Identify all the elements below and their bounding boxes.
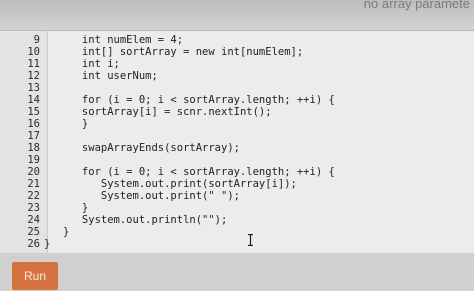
code-line[interactable]: 26} bbox=[0, 238, 474, 250]
code-line[interactable]: 25 } bbox=[0, 226, 474, 238]
code-text[interactable]: } bbox=[44, 226, 69, 238]
line-number: 12 bbox=[27, 70, 40, 82]
code-line[interactable]: 9 int numElem = 4; bbox=[0, 34, 474, 46]
code-text[interactable]: int[] sortArray = new int[numElem]; bbox=[44, 46, 303, 58]
code-text[interactable]: System.out.println(""); bbox=[44, 214, 227, 226]
code-text[interactable]: System.out.print(" "); bbox=[44, 190, 240, 202]
line-number: 26 bbox=[27, 238, 40, 250]
code-line[interactable]: 12 int userNum; bbox=[0, 70, 474, 82]
line-number: 18 bbox=[27, 142, 40, 154]
line-number: 13 bbox=[27, 82, 40, 94]
code-line[interactable]: 11 int i; bbox=[0, 58, 474, 70]
code-line[interactable]: 20 for (i = 0; i < sortArray.length; ++i… bbox=[0, 166, 474, 178]
line-number: 19 bbox=[27, 154, 40, 166]
line-number: 22 bbox=[27, 190, 40, 202]
instructions-hint: no array paramete bbox=[363, 0, 470, 11]
page: no array paramete 9 int numElem = 4; 10 … bbox=[0, 0, 474, 291]
code-text[interactable]: sortArray[i] = scnr.nextInt(); bbox=[44, 106, 272, 118]
code-line[interactable]: 23 } bbox=[0, 202, 474, 214]
code-line[interactable]: 21 System.out.print(sortArray[i]); bbox=[0, 178, 474, 190]
code-text[interactable]: swapArrayEnds(sortArray); bbox=[44, 142, 240, 154]
code-text[interactable]: int i; bbox=[44, 58, 120, 70]
code-line[interactable]: 22 System.out.print(" "); bbox=[0, 190, 474, 202]
line-number: 16 bbox=[27, 118, 40, 130]
code-text[interactable]: System.out.print(sortArray[i]); bbox=[44, 178, 297, 190]
code-line[interactable]: 13 bbox=[0, 82, 474, 94]
code-text[interactable]: } bbox=[44, 238, 50, 250]
code-editor[interactable]: 9 int numElem = 4; 10 int[] sortArray = … bbox=[0, 30, 474, 254]
code-line[interactable]: 19 bbox=[0, 154, 474, 166]
run-bar bbox=[0, 253, 474, 291]
code-line[interactable]: 10 int[] sortArray = new int[numElem]; bbox=[0, 46, 474, 58]
line-number: 10 bbox=[27, 46, 40, 58]
code-line[interactable]: 14 for (i = 0; i < sortArray.length; ++i… bbox=[0, 94, 474, 106]
code-text[interactable]: } bbox=[44, 118, 88, 130]
code-line[interactable]: 18 swapArrayEnds(sortArray); bbox=[0, 142, 474, 154]
line-number: 11 bbox=[27, 58, 40, 70]
line-number: 14 bbox=[27, 94, 40, 106]
line-number: 15 bbox=[27, 106, 40, 118]
run-button[interactable]: Run bbox=[12, 262, 58, 290]
line-number: 9 bbox=[33, 34, 40, 46]
line-number: 17 bbox=[27, 130, 40, 142]
line-number: 20 bbox=[27, 166, 40, 178]
line-number: 25 bbox=[27, 226, 40, 238]
code-text[interactable]: for (i = 0; i < sortArray.length; ++i) { bbox=[44, 166, 335, 178]
text-cursor-icon bbox=[248, 234, 253, 246]
code-text[interactable]: int numElem = 4; bbox=[44, 34, 183, 46]
code-line[interactable]: 24 System.out.println(""); bbox=[0, 214, 474, 226]
top-strip: no array paramete bbox=[0, 0, 474, 30]
code-line[interactable]: 16 } bbox=[0, 118, 474, 130]
code-line[interactable]: 15 sortArray[i] = scnr.nextInt(); bbox=[0, 106, 474, 118]
code-text[interactable]: } bbox=[44, 202, 88, 214]
code-text[interactable]: int userNum; bbox=[44, 70, 158, 82]
line-number: 24 bbox=[27, 214, 40, 226]
code-line[interactable]: 17 bbox=[0, 130, 474, 142]
code-text[interactable]: for (i = 0; i < sortArray.length; ++i) { bbox=[44, 94, 335, 106]
line-number: 21 bbox=[27, 178, 40, 190]
line-number: 23 bbox=[27, 202, 40, 214]
